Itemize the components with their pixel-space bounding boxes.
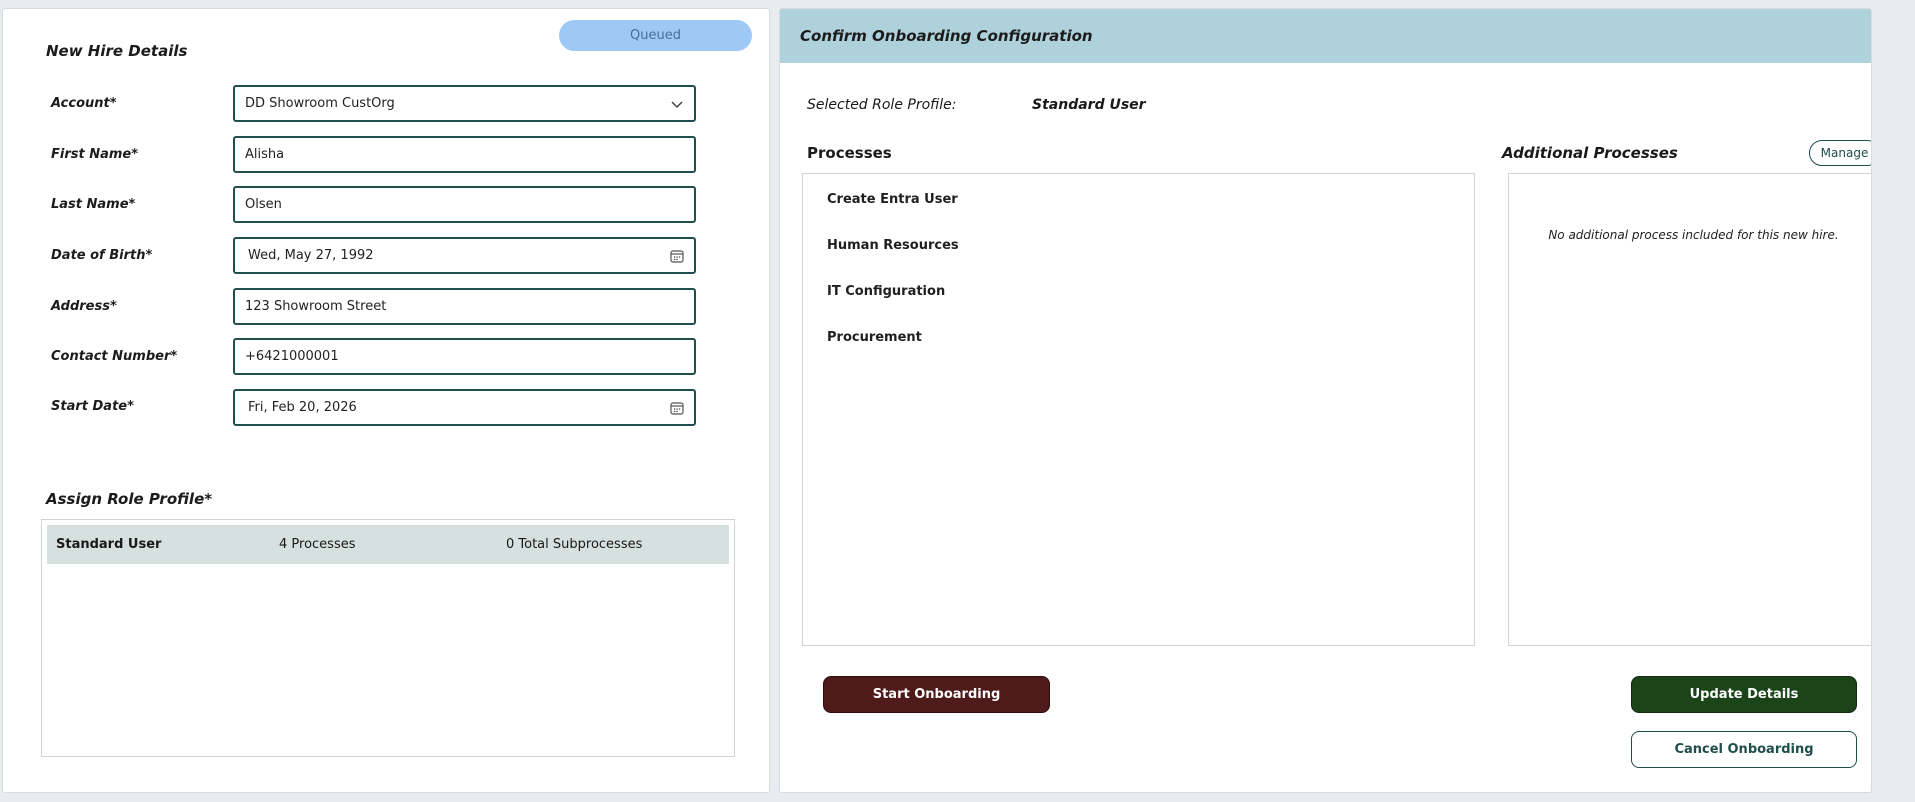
list-item: Human Resources xyxy=(827,238,959,253)
chevron-down-icon[interactable] xyxy=(670,87,684,120)
list-item: Create Entra User xyxy=(827,192,958,207)
selected-role-label: Selected Role Profile: xyxy=(807,97,957,113)
role-subprocesses: 0 Total Subprocesses xyxy=(506,537,643,552)
first-name-label: First Name* xyxy=(51,147,139,162)
last-name-label: Last Name* xyxy=(51,197,136,212)
start-date-value: Fri, Feb 20, 2026 xyxy=(248,400,357,415)
confirm-header: Confirm Onboarding Configuration xyxy=(780,9,1871,63)
first-name-field[interactable] xyxy=(233,136,696,173)
start-onboarding-button[interactable]: Start Onboarding xyxy=(823,676,1050,713)
confirm-panel: Confirm Onboarding Configuration Selecte… xyxy=(779,8,1872,793)
section-title-new-hire: New Hire Details xyxy=(46,42,188,60)
selected-role-value: Standard User xyxy=(1032,97,1146,113)
dob-datepicker[interactable]: Wed, May 27, 1992 xyxy=(233,237,696,274)
empty-state-text: No additional process included for this … xyxy=(1548,228,1839,242)
first-name-input[interactable] xyxy=(245,138,650,171)
account-value: DD Showroom CustOrg xyxy=(245,96,395,111)
new-hire-panel: New Hire Details Queued Account* DD Show… xyxy=(2,8,770,793)
address-label: Address* xyxy=(51,299,117,314)
table-row[interactable]: Standard User 4 Processes 0 Total Subpro… xyxy=(47,525,729,564)
start-date-datepicker[interactable]: Fri, Feb 20, 2026 xyxy=(233,389,696,426)
manage-button[interactable]: Manage xyxy=(1809,140,1871,166)
role-profile-table: Standard User 4 Processes 0 Total Subpro… xyxy=(41,519,735,757)
list-item: IT Configuration xyxy=(827,284,946,299)
account-label: Account* xyxy=(51,96,117,111)
list-item: Procurement xyxy=(827,330,922,345)
dob-label: Date of Birth* xyxy=(51,248,153,263)
last-name-field[interactable] xyxy=(233,186,696,223)
role-processes: 4 Processes xyxy=(279,537,356,552)
address-input[interactable] xyxy=(245,290,650,323)
contact-input[interactable] xyxy=(245,340,650,373)
processes-title: Processes xyxy=(807,144,892,162)
status-badge: Queued xyxy=(559,20,752,51)
calendar-icon[interactable] xyxy=(670,391,684,424)
processes-list: Create Entra User Human Resources IT Con… xyxy=(802,173,1475,646)
additional-processes-list: No additional process included for this … xyxy=(1508,173,1871,646)
last-name-input[interactable] xyxy=(245,188,650,221)
additional-processes-title: Additional Processes xyxy=(1502,144,1678,162)
role-name: Standard User xyxy=(56,537,162,552)
section-title-role-profile: Assign Role Profile* xyxy=(46,490,213,508)
update-details-button[interactable]: Update Details xyxy=(1631,676,1857,713)
contact-field[interactable] xyxy=(233,338,696,375)
calendar-icon[interactable] xyxy=(670,239,684,272)
page-title: Confirm Onboarding Configuration xyxy=(800,27,1093,45)
cancel-onboarding-button[interactable]: Cancel Onboarding xyxy=(1631,731,1857,768)
dob-value: Wed, May 27, 1992 xyxy=(248,248,374,263)
account-dropdown[interactable]: DD Showroom CustOrg xyxy=(233,85,696,122)
address-field[interactable] xyxy=(233,288,696,325)
start-date-label: Start Date* xyxy=(51,399,134,414)
contact-label: Contact Number* xyxy=(51,349,178,364)
